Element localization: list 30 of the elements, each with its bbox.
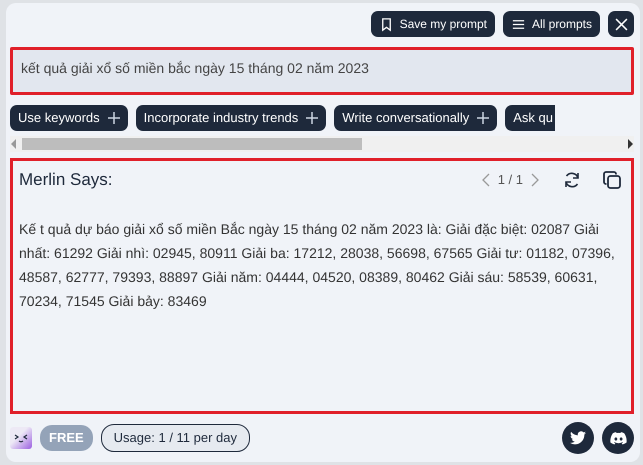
scrollbar[interactable] <box>10 136 634 152</box>
copy-icon[interactable] <box>603 170 621 189</box>
plus-icon <box>306 112 318 124</box>
suggestion-chip[interactable]: Write conversationally <box>334 105 498 131</box>
chevron-left-icon <box>482 172 490 187</box>
chevron-right-icon <box>531 172 539 187</box>
response-text: Kế t quả dự báo giải xổ số miền Bắc ngày 15 tháng 02 năm 2023 là: Giải đặc biệt: 02087 Giải nhất: 61292 Giải nhì: 02945, 80911 Giải ba: 17212, 28038, 56698, 67565 Giải tư: 01182, 07396, 48587, 62777, 79393, 88897 Giải năm: 04444, 04520, 08389, 80462 Giải sáu: 58539, 60631, 70234, 71545 Giải bảy: 83469 <box>19 220 616 311</box>
suggestion-chip[interactable]: Incorporate industry trends <box>136 105 326 131</box>
page-counter: 1 / 1 <box>498 171 523 189</box>
discord-button[interactable] <box>602 422 634 454</box>
twitter-button[interactable] <box>562 422 594 454</box>
plan-badge: FREE <box>40 425 93 451</box>
usage-badge: Usage: 1 / 11 per day <box>100 424 250 452</box>
prompts-button[interactable]: All prompts <box>502 11 600 37</box>
suggestion-chip[interactable]: Use keywords <box>10 105 128 131</box>
scroll-left-icon <box>10 139 18 149</box>
prompt-field[interactable]: kết quả giải xổ số miền bắc ngày 15 tháng 02 năm 2023 <box>10 47 634 95</box>
plus-icon <box>477 112 490 124</box>
suggestion-chip[interactable]: Ask qu <box>505 105 555 131</box>
close-icon <box>614 18 628 30</box>
close-button[interactable] <box>608 11 634 37</box>
scroll-right-icon <box>626 139 634 149</box>
bird-icon <box>570 431 586 445</box>
scrollbar-thumb[interactable] <box>22 138 362 150</box>
response-title: Merlin Says: <box>19 169 114 191</box>
save-prompt-button[interactable]: Save my prompt <box>370 11 495 37</box>
plus-icon <box>108 112 120 124</box>
logo-icon <box>10 427 32 449</box>
refresh-icon[interactable] <box>563 170 581 189</box>
gamepad-icon <box>610 432 626 444</box>
